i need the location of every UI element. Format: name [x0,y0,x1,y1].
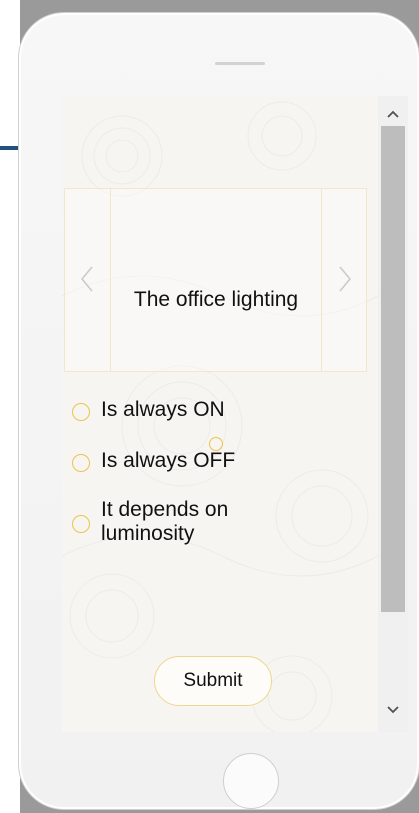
card-divider [321,189,322,371]
scroll-down-button[interactable] [378,696,408,724]
card-divider [110,189,111,371]
radio-button[interactable] [72,454,90,472]
next-button[interactable] [333,261,357,297]
scroll-thumb[interactable] [381,126,405,612]
chevron-down-icon [387,706,399,714]
option-always-off[interactable]: Is always OFF [72,449,291,473]
option-always-on[interactable]: Is always ON [72,398,291,422]
scroll-up-button[interactable] [378,100,408,128]
chevron-right-icon [339,266,351,292]
chevron-up-icon [387,110,399,118]
option-label: Is always ON [101,398,225,421]
chevron-left-icon [81,266,93,292]
screen: The office lighting Is always ON Is alwa… [62,96,408,732]
question-card: The office lighting [64,188,367,451]
phone-speaker [215,62,265,65]
left-background-strip [0,0,20,813]
option-label: It depends on luminosity [101,498,229,545]
submit-button[interactable]: Submit [154,656,272,706]
option-label: Is always OFF [101,449,236,472]
option-depends-on-luminosity[interactable]: It depends on luminosity [72,498,271,546]
scrollbar[interactable] [378,96,408,732]
prev-button[interactable] [75,261,99,297]
radio-button[interactable] [72,515,90,533]
phone-home-button[interactable] [223,753,279,809]
radio-button[interactable] [72,403,90,421]
question-text: The office lighting [133,288,299,311]
